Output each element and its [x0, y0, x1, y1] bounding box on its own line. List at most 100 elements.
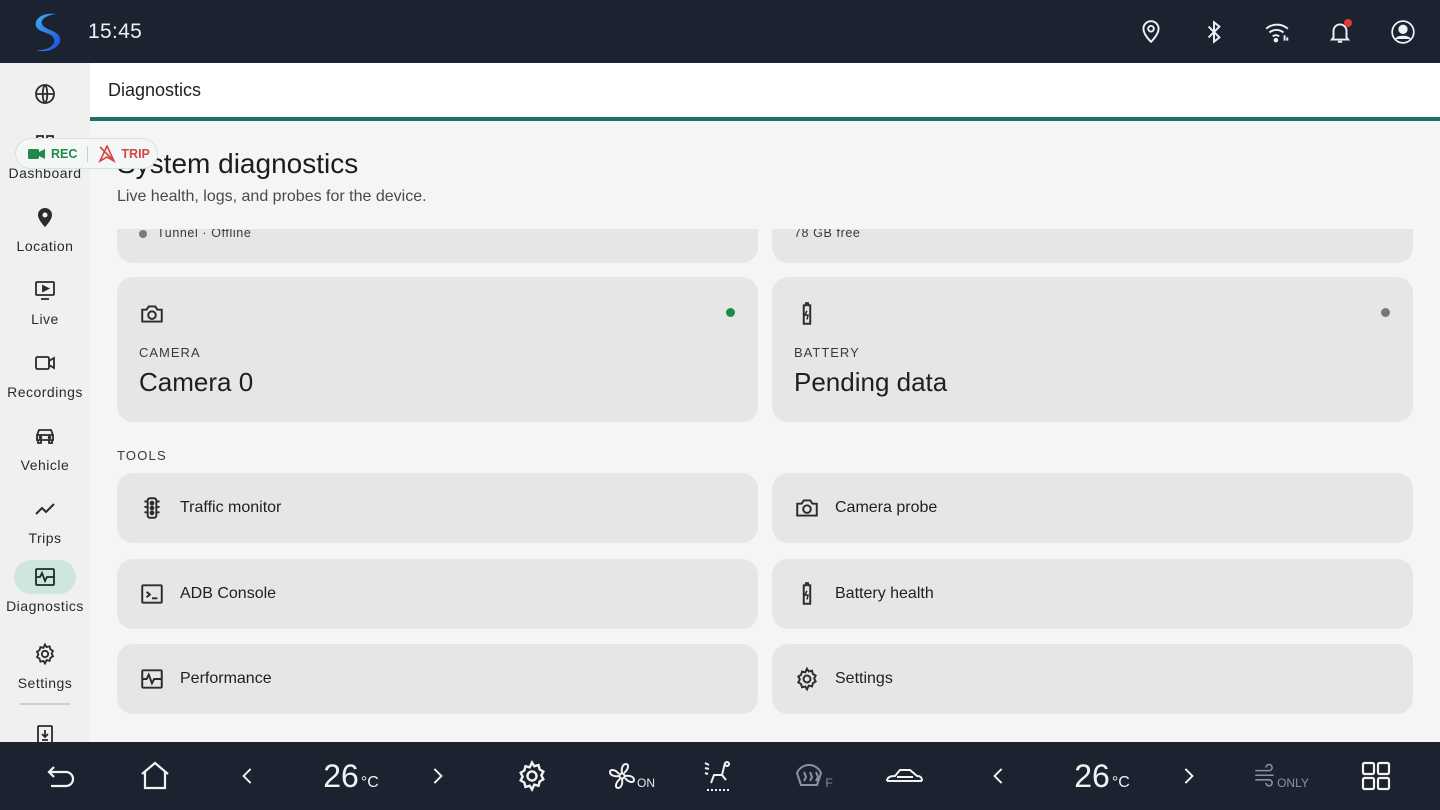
back-button[interactable]	[40, 742, 82, 810]
sidebar-item-diagnostics[interactable]: Diagnostics	[0, 560, 90, 626]
rec-trip-pill[interactable]: REC TRIP	[15, 138, 158, 169]
performance-label: Performance	[180, 670, 272, 687]
camera-icon	[796, 499, 818, 517]
adb-console-label: ADB Console	[180, 585, 277, 602]
bell-icon[interactable]	[1325, 17, 1355, 47]
location-icon	[38, 208, 52, 227]
home-button[interactable]	[134, 742, 176, 810]
chevron-left-icon	[242, 768, 252, 784]
location-pin-icon[interactable]	[1136, 17, 1166, 47]
network-card[interactable]: Tunnel · Offline	[117, 229, 758, 263]
fan-button[interactable]: ON	[604, 742, 656, 810]
battery-icon	[802, 582, 812, 605]
rear-defrost-button[interactable]: F	[788, 742, 838, 810]
header-title: Diagnostics	[108, 80, 202, 100]
climate-settings-button[interactable]	[512, 742, 552, 810]
camera-icon	[141, 305, 163, 323]
main-content: System diagnostics Live health, logs, an…	[90, 121, 1440, 742]
apps-grid-icon	[1361, 761, 1391, 791]
camera-card[interactable]: CAMERA Camera 0	[117, 277, 758, 422]
performance-button[interactable]: Performance	[117, 644, 758, 714]
camera-probe-label: Camera probe	[835, 499, 938, 516]
back-arrow-icon	[47, 766, 75, 788]
left-temp-unit: °C	[360, 773, 379, 791]
sidebar-label-trips: Trips	[28, 530, 62, 546]
battery-caption: BATTERY	[794, 345, 860, 360]
apps-grid-button[interactable]	[1356, 742, 1396, 810]
car-recirculation-icon	[886, 769, 923, 782]
right-temp-display: 26 °C	[1066, 742, 1138, 810]
traffic-light-icon	[144, 497, 160, 519]
traffic-monitor-button[interactable]: Traffic monitor	[117, 473, 758, 543]
car-icon	[36, 429, 54, 444]
ac-only-button[interactable]: ONLY	[1248, 742, 1314, 810]
status-bar: 15:45	[0, 0, 1440, 63]
sidebar-item-vehicle[interactable]: Vehicle	[0, 419, 90, 485]
settings-tool-button[interactable]: Settings	[772, 644, 1413, 714]
sidebar-label-vehicle: Vehicle	[20, 457, 70, 473]
notification-dot	[1344, 18, 1352, 27]
left-temp-down-button[interactable]	[233, 742, 263, 810]
storage-card[interactable]: 78 GB free	[772, 229, 1413, 263]
battery-health-label: Battery health	[835, 585, 934, 602]
rear-defrost-icon	[796, 764, 823, 786]
diagnostics-icon	[35, 568, 55, 586]
terminal-icon	[141, 584, 163, 604]
chevron-right-icon	[1184, 768, 1194, 784]
airflow-icon	[1255, 763, 1274, 787]
battery-card[interactable]: BATTERY Pending data	[772, 277, 1413, 422]
settings-tool-label: Settings	[835, 670, 893, 687]
fan-status-label: ON	[637, 776, 655, 790]
battery-health-button[interactable]: Battery health	[772, 559, 1413, 629]
battery-value: Pending data	[794, 367, 948, 397]
camera-status-dot	[726, 308, 735, 317]
video-camera-icon	[28, 148, 45, 159]
tools-section-label: TOOLS	[117, 448, 167, 463]
gear-icon	[797, 666, 817, 692]
left-temp-up-button[interactable]	[422, 742, 452, 810]
camera-probe-button[interactable]: Camera probe	[772, 473, 1413, 543]
trips-icon	[35, 503, 55, 515]
network-status-dot	[139, 229, 147, 238]
sidebar-label-recordings: Recordings	[7, 384, 83, 400]
sidebar-item-trips[interactable]: Trips	[0, 492, 90, 558]
adb-console-button[interactable]: ADB Console	[117, 559, 758, 629]
recordings-icon	[35, 356, 55, 370]
sidebar-item-recordings[interactable]: Recordings	[0, 346, 90, 412]
account-icon[interactable]	[1388, 17, 1418, 47]
sidebar-label-settings: Settings	[17, 675, 73, 691]
pill-separator	[87, 145, 89, 162]
storage-status-text: 78 GB free	[794, 229, 861, 240]
globe-icon	[35, 84, 55, 104]
traffic-monitor-label: Traffic monitor	[180, 499, 282, 516]
network-status-text: Tunnel · Offline	[157, 229, 252, 240]
trip-icon	[98, 144, 117, 163]
page-header: Diagnostics	[90, 63, 1440, 118]
right-temp-unit: °C	[1111, 773, 1130, 791]
wifi-icon[interactable]	[1262, 17, 1292, 47]
trip-label: TRIP	[121, 146, 150, 161]
climate-bar: 26 °C ON F 26 °C ONLY	[0, 742, 1440, 810]
home-icon	[141, 761, 169, 790]
camera-caption: CAMERA	[139, 345, 201, 360]
camera-value: Camera 0	[139, 367, 254, 397]
right-temp-up-button[interactable]	[1173, 742, 1203, 810]
app-logo-icon	[35, 13, 61, 51]
rec-label: REC	[51, 146, 78, 161]
chevron-left-icon	[993, 768, 1003, 784]
chevron-right-icon	[433, 768, 443, 784]
airflow-mode-button[interactable]	[696, 742, 740, 810]
sidebar-item-settings[interactable]: Settings	[0, 637, 90, 703]
diagnostics-scroll-area[interactable]: Tunnel · Offline 78 GB free CAMERA Camer…	[90, 229, 1440, 742]
left-temp-value: 26	[323, 757, 359, 794]
battery-icon	[802, 302, 812, 325]
right-temp-down-button[interactable]	[984, 742, 1014, 810]
sidebar-label-location: Location	[16, 238, 74, 254]
right-temp-value: 26	[1074, 757, 1110, 794]
recirculation-button[interactable]	[878, 742, 930, 810]
performance-icon	[141, 669, 163, 689]
sidebar-item-location[interactable]: Location	[0, 200, 90, 266]
bluetooth-icon[interactable]	[1199, 17, 1229, 47]
page-subtitle: Live health, logs, and probes for the de…	[117, 188, 427, 205]
sidebar-item-live[interactable]: Live	[0, 273, 90, 339]
